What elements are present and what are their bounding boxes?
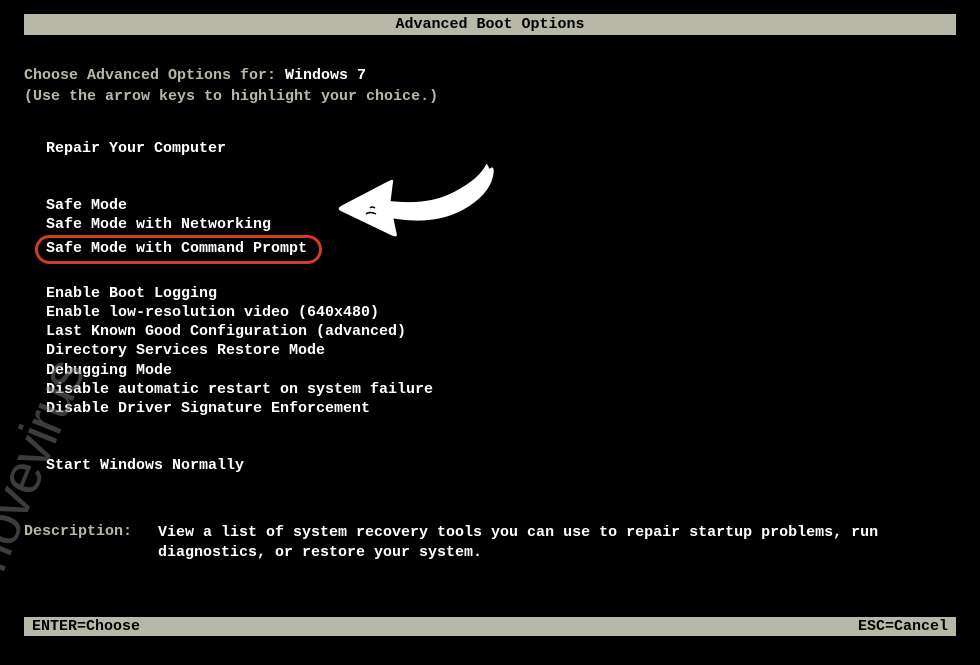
description-text: View a list of system recovery tools you…	[158, 523, 956, 562]
menu-item-repair[interactable]: Repair Your Computer	[46, 139, 956, 158]
menu-item-no-auto-restart[interactable]: Disable automatic restart on system fail…	[46, 380, 956, 399]
description-label: Description:	[24, 523, 158, 562]
menu-item-debugging[interactable]: Debugging Mode	[46, 361, 956, 380]
menu-item-ds-restore[interactable]: Directory Services Restore Mode	[46, 341, 956, 360]
subtitle-line: Choose Advanced Options for: Windows 7	[24, 67, 956, 84]
menu-item-no-driver-sig[interactable]: Disable Driver Signature Enforcement	[46, 399, 956, 418]
menu-item-safe-mode-cmd[interactable]: Safe Mode with Command Prompt	[46, 239, 307, 258]
subtitle-prefix: Choose Advanced Options for:	[24, 67, 285, 84]
os-name: Windows 7	[285, 67, 366, 84]
menu-item-boot-logging[interactable]: Enable Boot Logging	[46, 284, 956, 303]
footer-esc: ESC=Cancel	[858, 618, 948, 635]
menu-item-safe-mode[interactable]: Safe Mode	[46, 196, 956, 215]
hint-text: (Use the arrow keys to highlight your ch…	[24, 88, 956, 105]
title-bar: Advanced Boot Options	[24, 14, 956, 35]
menu-item-last-known-good[interactable]: Last Known Good Configuration (advanced)	[46, 322, 956, 341]
menu-item-start-normally[interactable]: Start Windows Normally	[46, 456, 956, 475]
description-block: Description: View a list of system recov…	[24, 523, 956, 562]
boot-menu[interactable]: Repair Your Computer Safe Mode Safe Mode…	[46, 139, 956, 475]
menu-item-safe-mode-networking[interactable]: Safe Mode with Networking	[46, 215, 956, 234]
page-title: Advanced Boot Options	[395, 16, 584, 33]
menu-item-low-res[interactable]: Enable low-resolution video (640x480)	[46, 303, 956, 322]
footer-bar: ENTER=Choose ESC=Cancel	[24, 617, 956, 636]
menu-item-safe-mode-cmd-highlighted[interactable]: Safe Mode with Command Prompt	[35, 235, 322, 264]
footer-enter: ENTER=Choose	[32, 618, 140, 635]
